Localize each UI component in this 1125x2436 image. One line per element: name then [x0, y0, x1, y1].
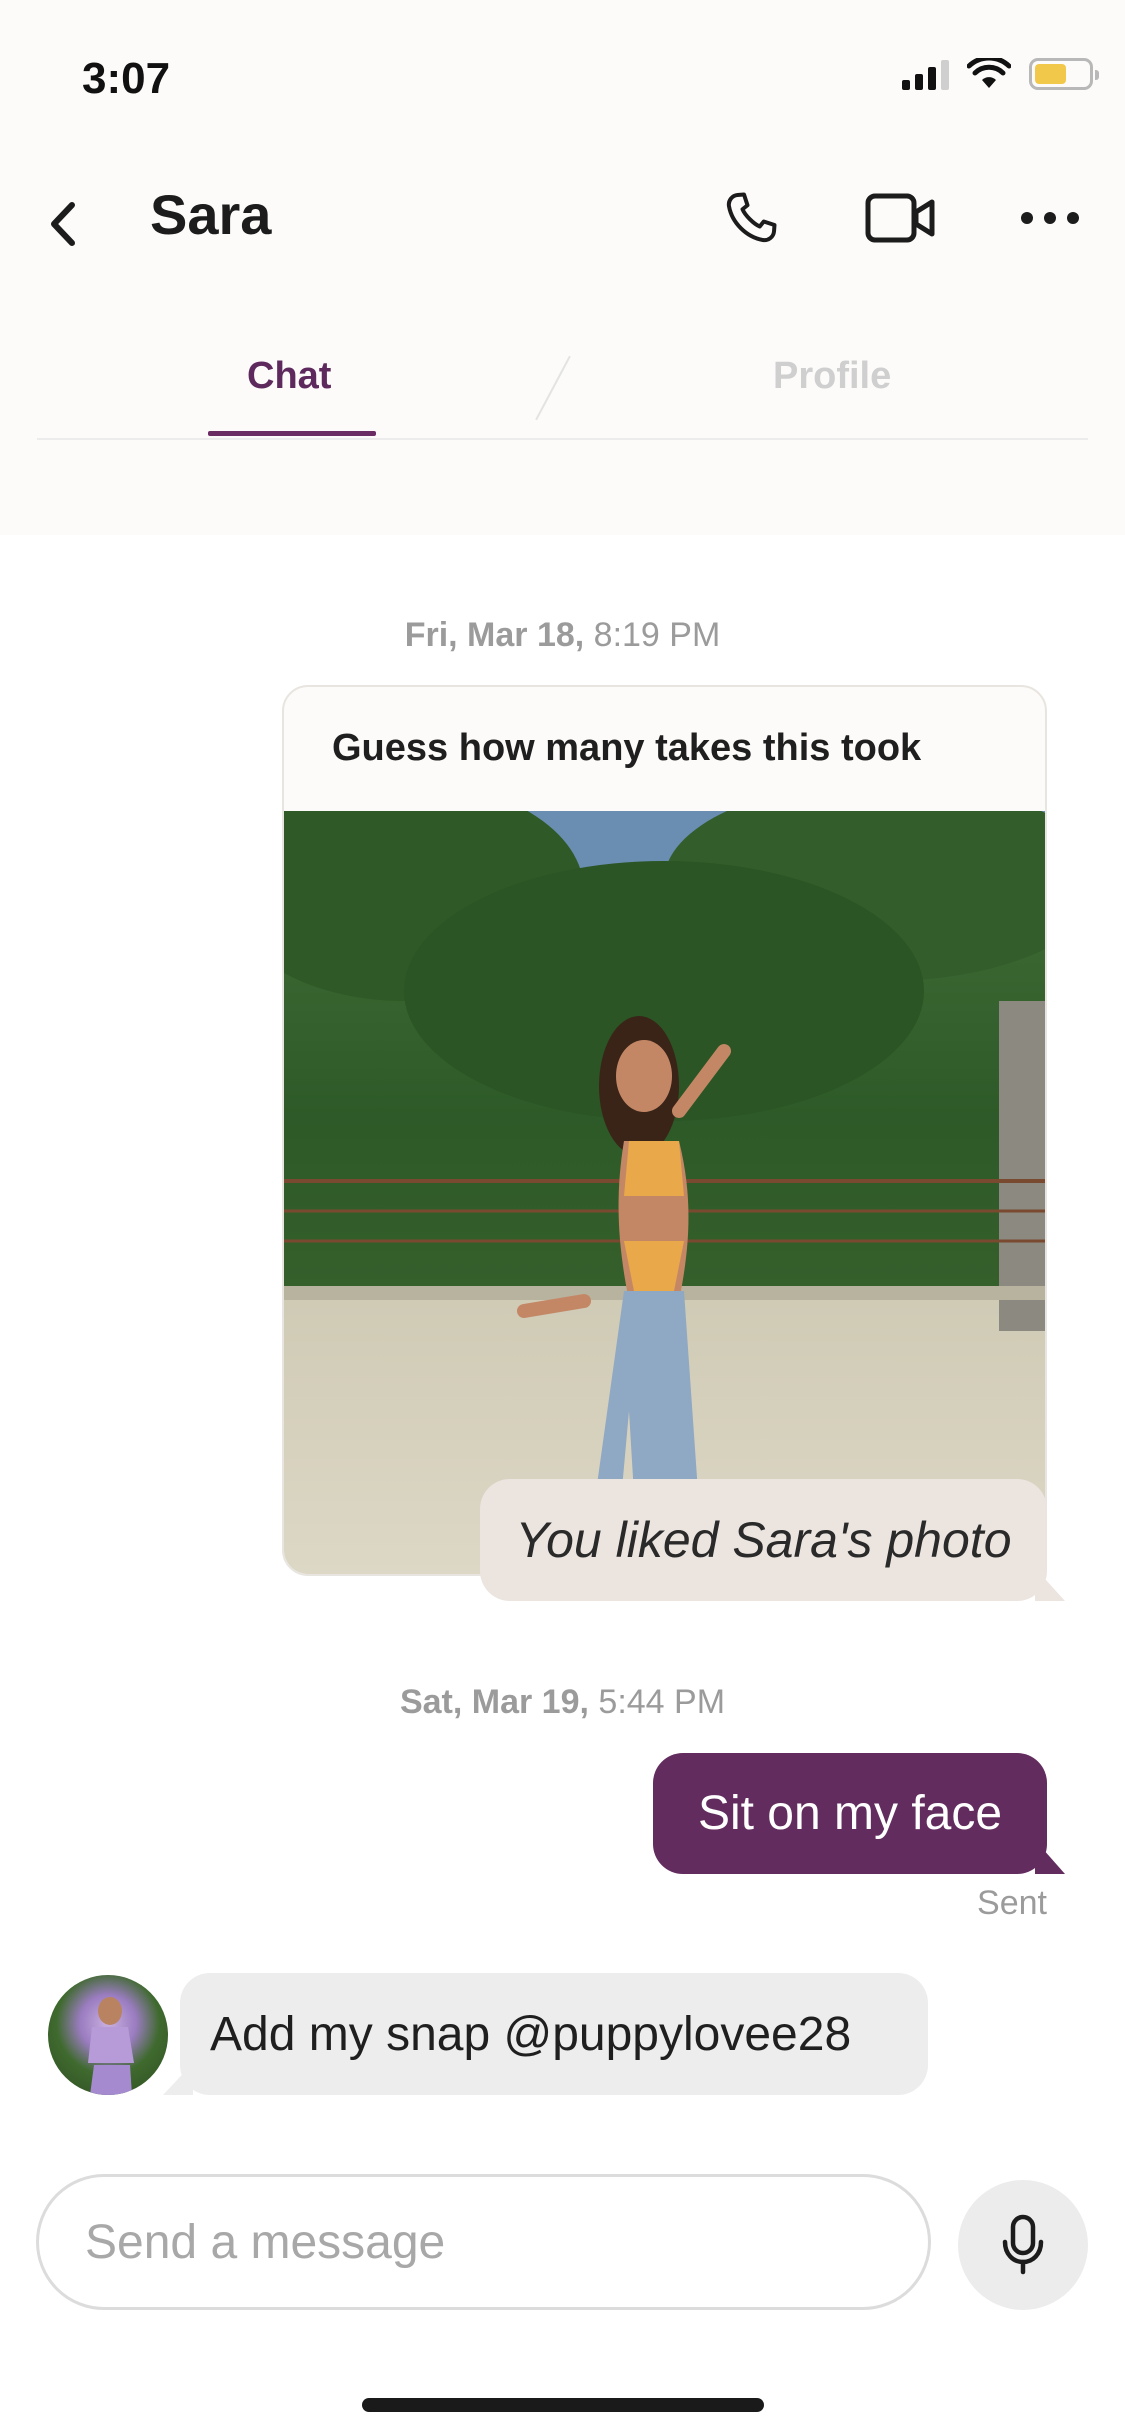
phone-icon [726, 192, 777, 243]
home-indicator [362, 2398, 764, 2412]
timestamp-date: Sat, Mar 19, [399, 1683, 589, 1721]
sent-status: Sent [977, 1884, 1047, 1922]
more-options-button[interactable] [1010, 178, 1090, 258]
voice-message-button[interactable] [958, 2180, 1088, 2310]
battery-icon [1029, 58, 1099, 90]
timestamp-time: 5:44 PM [598, 1683, 726, 1721]
photo-caption: Guess how many takes this took [332, 727, 922, 769]
message-timestamp: Fri, Mar 18, 8:19 PM [0, 616, 1125, 655]
message-input[interactable] [85, 2214, 928, 2270]
status-icons [902, 58, 1099, 90]
battery-fill [1035, 64, 1067, 84]
timestamp-time: 8:19 PM [593, 616, 721, 654]
signal-icon [902, 58, 949, 90]
tab-bar-divider [37, 438, 1088, 440]
photo-message-card[interactable]: Guess how many takes this took [282, 685, 1047, 1576]
back-button[interactable] [38, 196, 88, 252]
received-message-bubble[interactable]: Add my snap @puppylovee28 [180, 1973, 928, 2095]
header-title: Sara [150, 183, 272, 246]
avatar[interactable] [48, 1975, 168, 2095]
call-button[interactable] [711, 178, 791, 258]
chevron-left-icon [51, 202, 75, 246]
video-camera-icon [865, 193, 935, 243]
tab-chat[interactable]: Chat [247, 355, 331, 398]
message-composer[interactable] [36, 2174, 931, 2310]
shared-photo[interactable] [284, 811, 1045, 1574]
microphone-icon [1002, 2214, 1044, 2275]
active-tab-indicator [208, 431, 376, 436]
more-horizontal-icon [1021, 212, 1079, 224]
sent-message-bubble[interactable]: Sit on my face [653, 1753, 1047, 1874]
wifi-icon [967, 58, 1011, 88]
liked-photo-bubble: You liked Sara's photo [480, 1479, 1047, 1601]
video-call-button[interactable] [860, 178, 940, 258]
timestamp-date: Fri, Mar 18, [404, 616, 585, 654]
status-time: 3:07 [82, 54, 171, 103]
tab-profile[interactable]: Profile [773, 355, 891, 398]
message-timestamp: Sat, Mar 19, 5:44 PM [0, 1683, 1125, 1722]
